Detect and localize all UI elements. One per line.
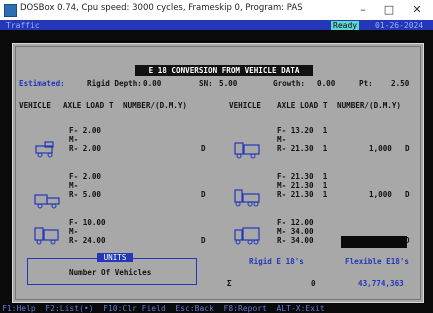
row1-right-axle-m[interactable]: M-	[277, 135, 286, 144]
window-title: DOSBox 0.74, Cpu speed: 3000 cycles, Fra…	[20, 3, 303, 13]
row1-right-axle-f[interactable]: F- 13.20 1	[277, 126, 327, 135]
row3-right-axle-f[interactable]: F- 12.00	[277, 218, 314, 227]
dosbox-app-icon	[4, 4, 17, 17]
multi-axle-truck-icon	[234, 189, 260, 207]
dos-top-bar: Traffic Ready 01-26-2024	[0, 20, 433, 30]
row3-right-axle-m[interactable]: M- 34.00	[277, 227, 314, 236]
row3-left-axle-f[interactable]: F- 10.00	[69, 218, 106, 227]
growth-value[interactable]: 0.00	[317, 79, 335, 88]
rigid-total: 0	[311, 279, 316, 288]
ready-indicator: Ready	[331, 21, 360, 30]
sum-symbol: Σ	[227, 279, 232, 288]
flexible-e18-label: Flexible E18's	[345, 257, 410, 266]
col-number-left: NUMBER/(D.M.Y)	[123, 101, 188, 110]
minimize-button[interactable]: –	[350, 1, 376, 18]
row3-right-unit: D	[405, 236, 410, 245]
box-truck-icon	[34, 227, 59, 245]
rigid-depth-value[interactable]: 0.00	[143, 79, 161, 88]
estimated-label: Estimated:	[19, 79, 65, 88]
sn-value[interactable]: 5.00	[219, 79, 237, 88]
dosbox-window: DOSBox 0.74, Cpu speed: 3000 cycles, Fra…	[0, 0, 433, 313]
flexible-total: 43,774,363	[358, 279, 404, 288]
rigid-e18-label: Rigid E 18's	[249, 257, 304, 266]
row2-right-axle-f[interactable]: F- 21.30 1	[277, 172, 327, 181]
row2-right-number[interactable]: 1,000	[369, 190, 392, 199]
growth-label: Growth:	[273, 79, 306, 88]
row2-left-unit: D	[201, 190, 206, 199]
semi-truck-icon	[234, 227, 260, 245]
row3-left-unit: D	[201, 236, 206, 245]
row3-left-axle-r[interactable]: R- 24.00	[69, 236, 106, 245]
title-bar[interactable]: DOSBox 0.74, Cpu speed: 3000 cycles, Fra…	[0, 0, 433, 21]
report-panel: E 18 CONVERSION FROM VEHICLE DATA Estima…	[12, 43, 424, 303]
units-label: UNITS	[97, 253, 133, 262]
app-label: Traffic	[6, 21, 40, 30]
maximize-button[interactable]: □	[376, 1, 402, 18]
row1-left-axle-m[interactable]: M-	[69, 135, 78, 144]
row3-right-axle-r[interactable]: R- 34.00	[277, 236, 314, 245]
function-key-help[interactable]: F1:Help F2:List(•) F10:Clr Field Esc:Bac…	[2, 304, 325, 313]
row2-left-axle-f[interactable]: F- 2.00	[69, 172, 101, 181]
col-vehicle-right: VEHICLE	[229, 101, 262, 110]
col-vehicle-left: VEHICLE	[19, 101, 52, 110]
row1-left-axle-r[interactable]: R- 2.00	[69, 144, 101, 153]
row1-left-unit: D	[201, 144, 206, 153]
row2-left-axle-m[interactable]: M-	[69, 181, 78, 190]
row1-right-number[interactable]: 1,000	[369, 144, 392, 153]
row2-right-unit: D	[405, 190, 410, 199]
row1-right-axle-r[interactable]: R- 21.30 1	[277, 144, 327, 153]
row1-left-axle-f[interactable]: F- 2.00	[69, 126, 101, 135]
rigid-depth-label: Rigid Depth:	[87, 79, 142, 88]
row2-right-axle-r[interactable]: R- 21.30 1	[277, 190, 327, 199]
pt-value[interactable]: 2.50	[391, 79, 409, 88]
car-icon	[35, 141, 54, 158]
units-value[interactable]: Number Of Vehicles	[69, 268, 151, 277]
report-header: E 18 CONVERSION FROM VEHICLE DATA	[135, 65, 313, 76]
function-key-bar: F1:Help F2:List(•) F10:Clr Field Esc:Bac…	[0, 303, 433, 313]
pt-label: Pt:	[359, 79, 373, 88]
col-axle-load-left: AXLE LOAD	[63, 101, 105, 110]
col-number-right: NUMBER/(D.M.Y)	[337, 101, 402, 110]
pickup-truck-icon	[34, 194, 60, 209]
row2-left-axle-r[interactable]: R- 5.00	[69, 190, 101, 199]
close-button[interactable]: ✕	[404, 1, 430, 18]
row2-right-axle-m[interactable]: M- 21.30 1	[277, 181, 327, 190]
col-axle-load-right: AXLE LOAD	[277, 101, 319, 110]
sn-label: SN:	[199, 79, 213, 88]
date-display: 01-26-2024	[375, 21, 424, 30]
col-t-right: T	[323, 101, 328, 110]
row3-left-axle-m[interactable]: M-	[69, 227, 78, 236]
truck-icon	[234, 142, 260, 159]
dos-screen: Traffic Ready 01-26-2024 E 18 CONVERSION…	[0, 20, 433, 313]
highlighted-input-field[interactable]	[341, 236, 407, 248]
col-t-left: T	[109, 101, 114, 110]
row1-right-unit: D	[405, 144, 410, 153]
